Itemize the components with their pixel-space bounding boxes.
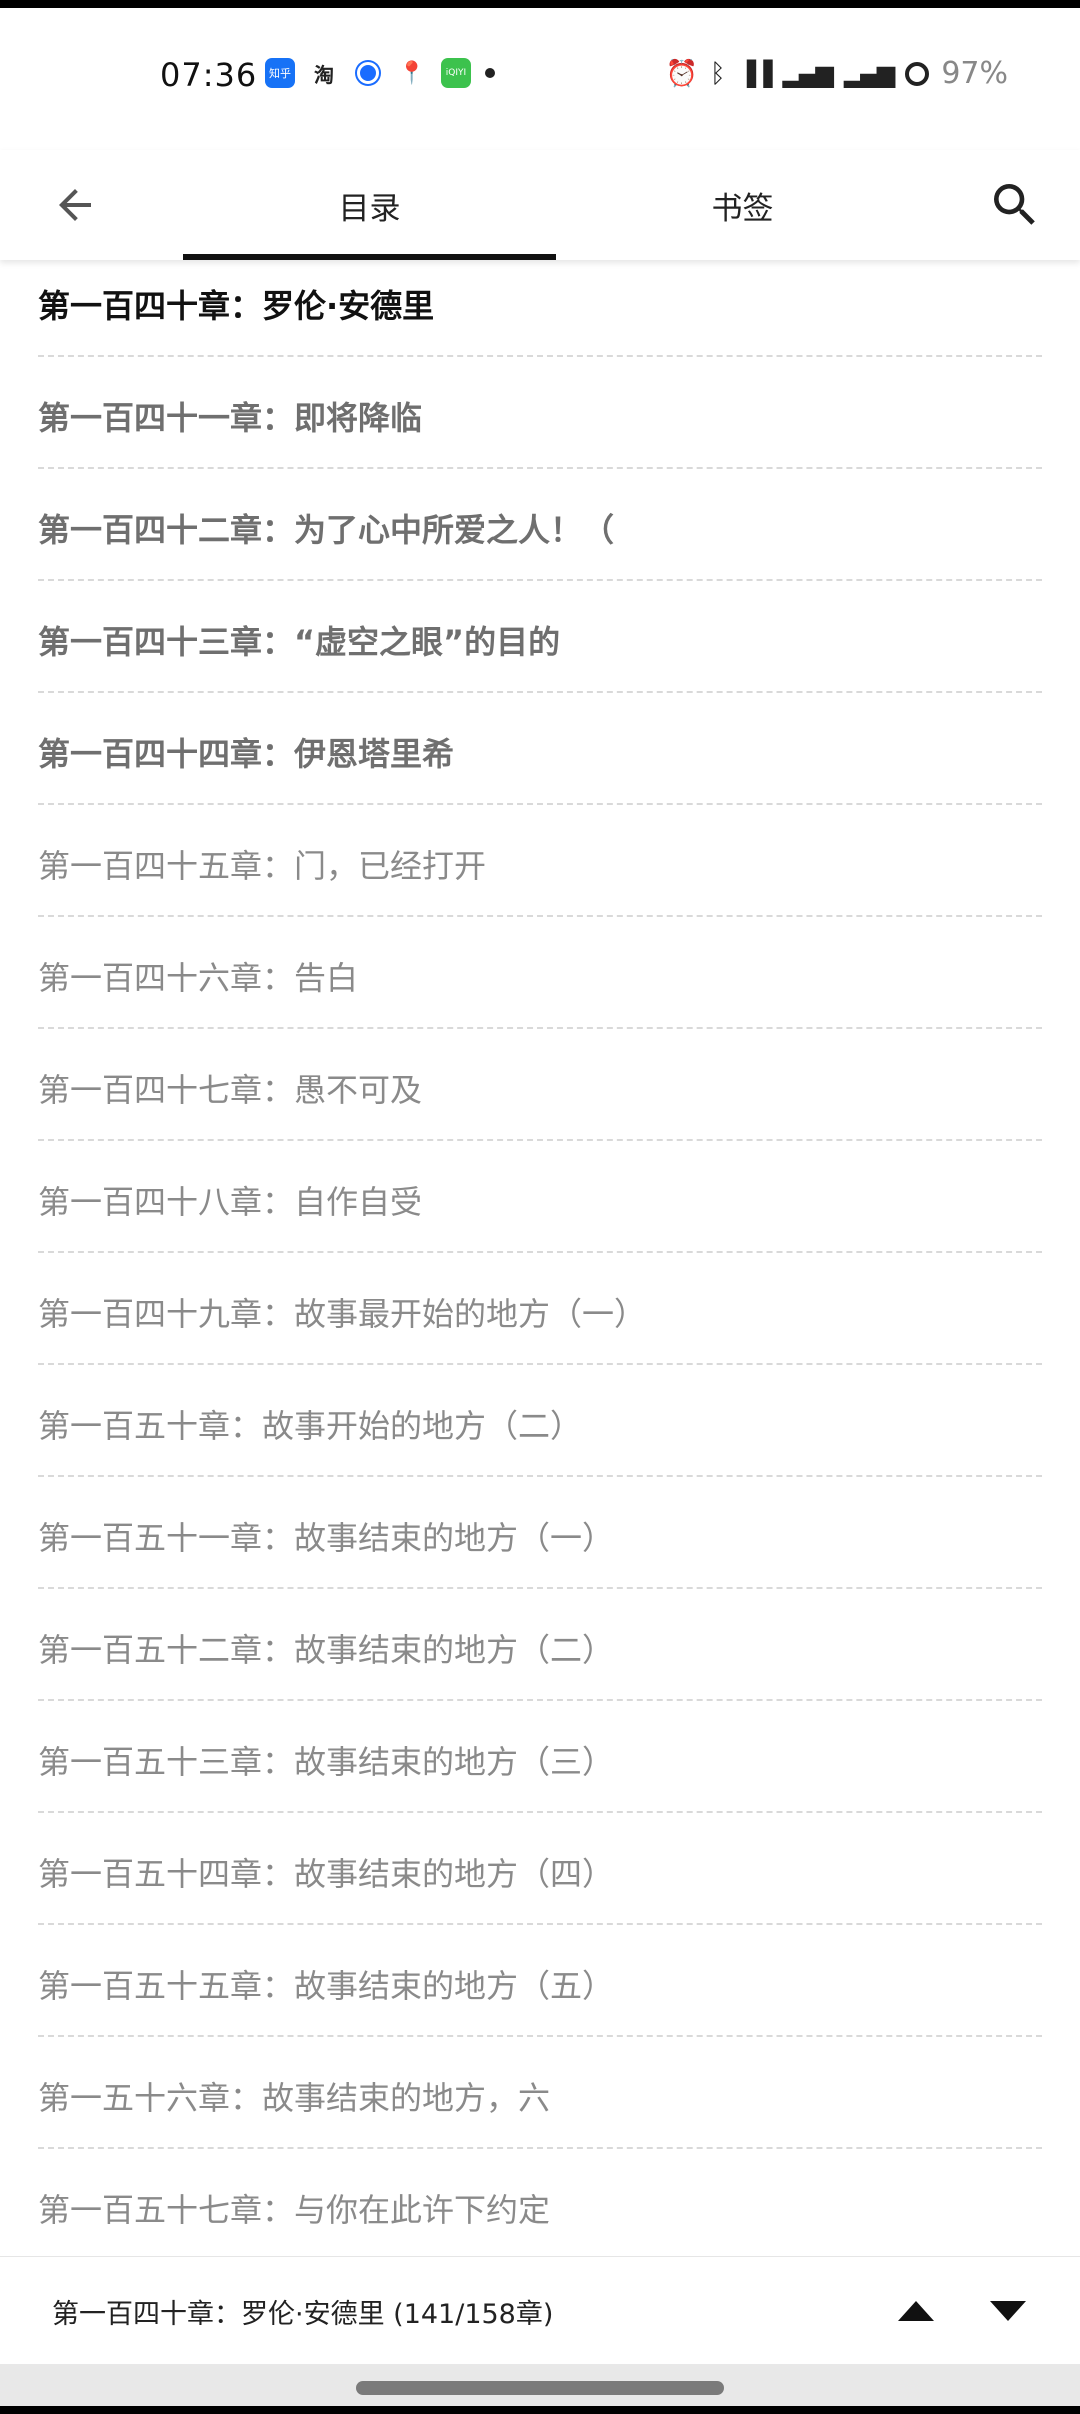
battery-icon: [905, 61, 930, 86]
alarm-icon: ⏰: [665, 58, 699, 89]
chapter-divider: [38, 1027, 1042, 1029]
chapter-item[interactable]: 第一百五十章：故事开始的地方（二）: [38, 1368, 1042, 1480]
search-icon: [994, 184, 1035, 225]
chapter-item[interactable]: 第一百四十一章：即将降临: [38, 360, 1042, 472]
system-status-icons: ⏰ ᛒ ▐▐ ▂▄▆ ▂▄▆ 97%: [666, 56, 1008, 91]
signal-strength-icon: ▂▄▆: [782, 59, 834, 88]
chapter-item[interactable]: 第一百四十七章：愚不可及: [38, 1032, 1042, 1144]
status-time: 07:36: [160, 56, 258, 94]
chapter-divider: [38, 1251, 1042, 1253]
chapter-divider: [38, 1923, 1042, 1925]
back-button[interactable]: [40, 170, 110, 240]
hd-signal-icon: ▐▐: [737, 59, 773, 88]
notification-icons: 知乎 淘 📍 iQIYI: [265, 58, 495, 88]
app-bar: 目录 书签: [0, 150, 1080, 260]
screen-top-edge: [0, 0, 1080, 8]
chapter-divider: [38, 579, 1042, 581]
chapter-item[interactable]: 第一百四十三章：“虚空之眼”的目的: [38, 584, 1042, 696]
chapter-item[interactable]: 第一百四十九章：故事最开始的地方（一）: [38, 1256, 1042, 1368]
chapter-item[interactable]: 第一百五十七章：与你在此许下约定: [38, 2152, 1042, 2256]
blue-circle-app-icon: [353, 58, 383, 88]
chapter-item[interactable]: 第一百四十六章：告白: [38, 920, 1042, 1032]
chapter-divider: [38, 1811, 1042, 1813]
chapter-divider: [38, 355, 1042, 357]
scroll-down-button[interactable]: [978, 2281, 1038, 2341]
chapter-divider: [38, 1587, 1042, 1589]
triangle-up-icon: [898, 2301, 934, 2321]
chapter-divider: [38, 691, 1042, 693]
chapter-item[interactable]: 第一百四十章：罗伦·安德里: [38, 260, 1042, 360]
active-tab-indicator: [183, 254, 556, 260]
iqiyi-icon: iQIYI: [441, 58, 471, 88]
chapter-list[interactable]: 第一百四十章：罗伦·安德里 第一百四十一章：即将降临 第一百四十二章：为了心中所爱之…: [0, 260, 1080, 2256]
tab-bookmarks[interactable]: 书签: [556, 150, 929, 260]
more-notifications-dot-icon: [485, 68, 495, 78]
arrow-left-icon: [59, 189, 91, 221]
chapter-divider: [38, 2147, 1042, 2149]
current-chapter-bar: 第一百四十章：罗伦·安德里 (141/158章): [0, 2256, 1080, 2365]
bluetooth-icon: ᛒ: [710, 58, 726, 89]
chapter-item[interactable]: 第一百五十四章：故事结束的地方（四）: [38, 1816, 1042, 1928]
scroll-up-button[interactable]: [886, 2281, 946, 2341]
chapter-item[interactable]: 第一百五十五章：故事结束的地方（五）: [38, 1928, 1042, 2040]
zhihu-icon: 知乎: [265, 58, 295, 88]
chapter-divider: [38, 1699, 1042, 1701]
map-pin-icon: 📍: [397, 58, 427, 88]
screen-bottom-edge: [0, 2406, 1080, 2414]
chapter-divider: [38, 803, 1042, 805]
chapter-item[interactable]: 第一百四十八章：自作自受: [38, 1144, 1042, 1256]
5g-signal-icon: ▂▄▆: [843, 59, 895, 88]
home-indicator[interactable]: [356, 2381, 724, 2395]
chapter-divider: [38, 467, 1042, 469]
current-chapter-label[interactable]: 第一百四十章：罗伦·安德里 (141/158章): [52, 2257, 553, 2365]
chapter-item[interactable]: 第一百四十五章：门，已经打开: [38, 808, 1042, 920]
chapter-divider: [38, 1139, 1042, 1141]
chapter-divider: [38, 1363, 1042, 1365]
chapter-item[interactable]: 第一百五十二章：故事结束的地方（二）: [38, 1592, 1042, 1704]
chapter-item[interactable]: 第一百四十四章：伊恩塔里希: [38, 696, 1042, 808]
chapter-divider: [38, 915, 1042, 917]
chapter-divider: [38, 1475, 1042, 1477]
triangle-down-icon: [990, 2301, 1026, 2321]
chapter-item[interactable]: 第一百五十三章：故事结束的地方（三）: [38, 1704, 1042, 1816]
chapter-item[interactable]: 第一百四十二章：为了心中所爱之人！（: [38, 472, 1042, 584]
chapter-item[interactable]: 第一百五十一章：故事结束的地方（一）: [38, 1480, 1042, 1592]
taobao-icon: 淘: [309, 58, 339, 88]
chapter-item[interactable]: 第一五十六章：故事结束的地方，六: [38, 2040, 1042, 2152]
status-bar: 07:36 知乎 淘 📍 iQIYI ⏰ ᛒ ▐▐ ▂▄▆ ▂▄▆ 97%: [0, 0, 1080, 150]
chapter-divider: [38, 2035, 1042, 2037]
tab-table-of-contents[interactable]: 目录: [183, 150, 556, 260]
search-button[interactable]: [978, 168, 1052, 242]
battery-percent: 97%: [941, 56, 1008, 91]
